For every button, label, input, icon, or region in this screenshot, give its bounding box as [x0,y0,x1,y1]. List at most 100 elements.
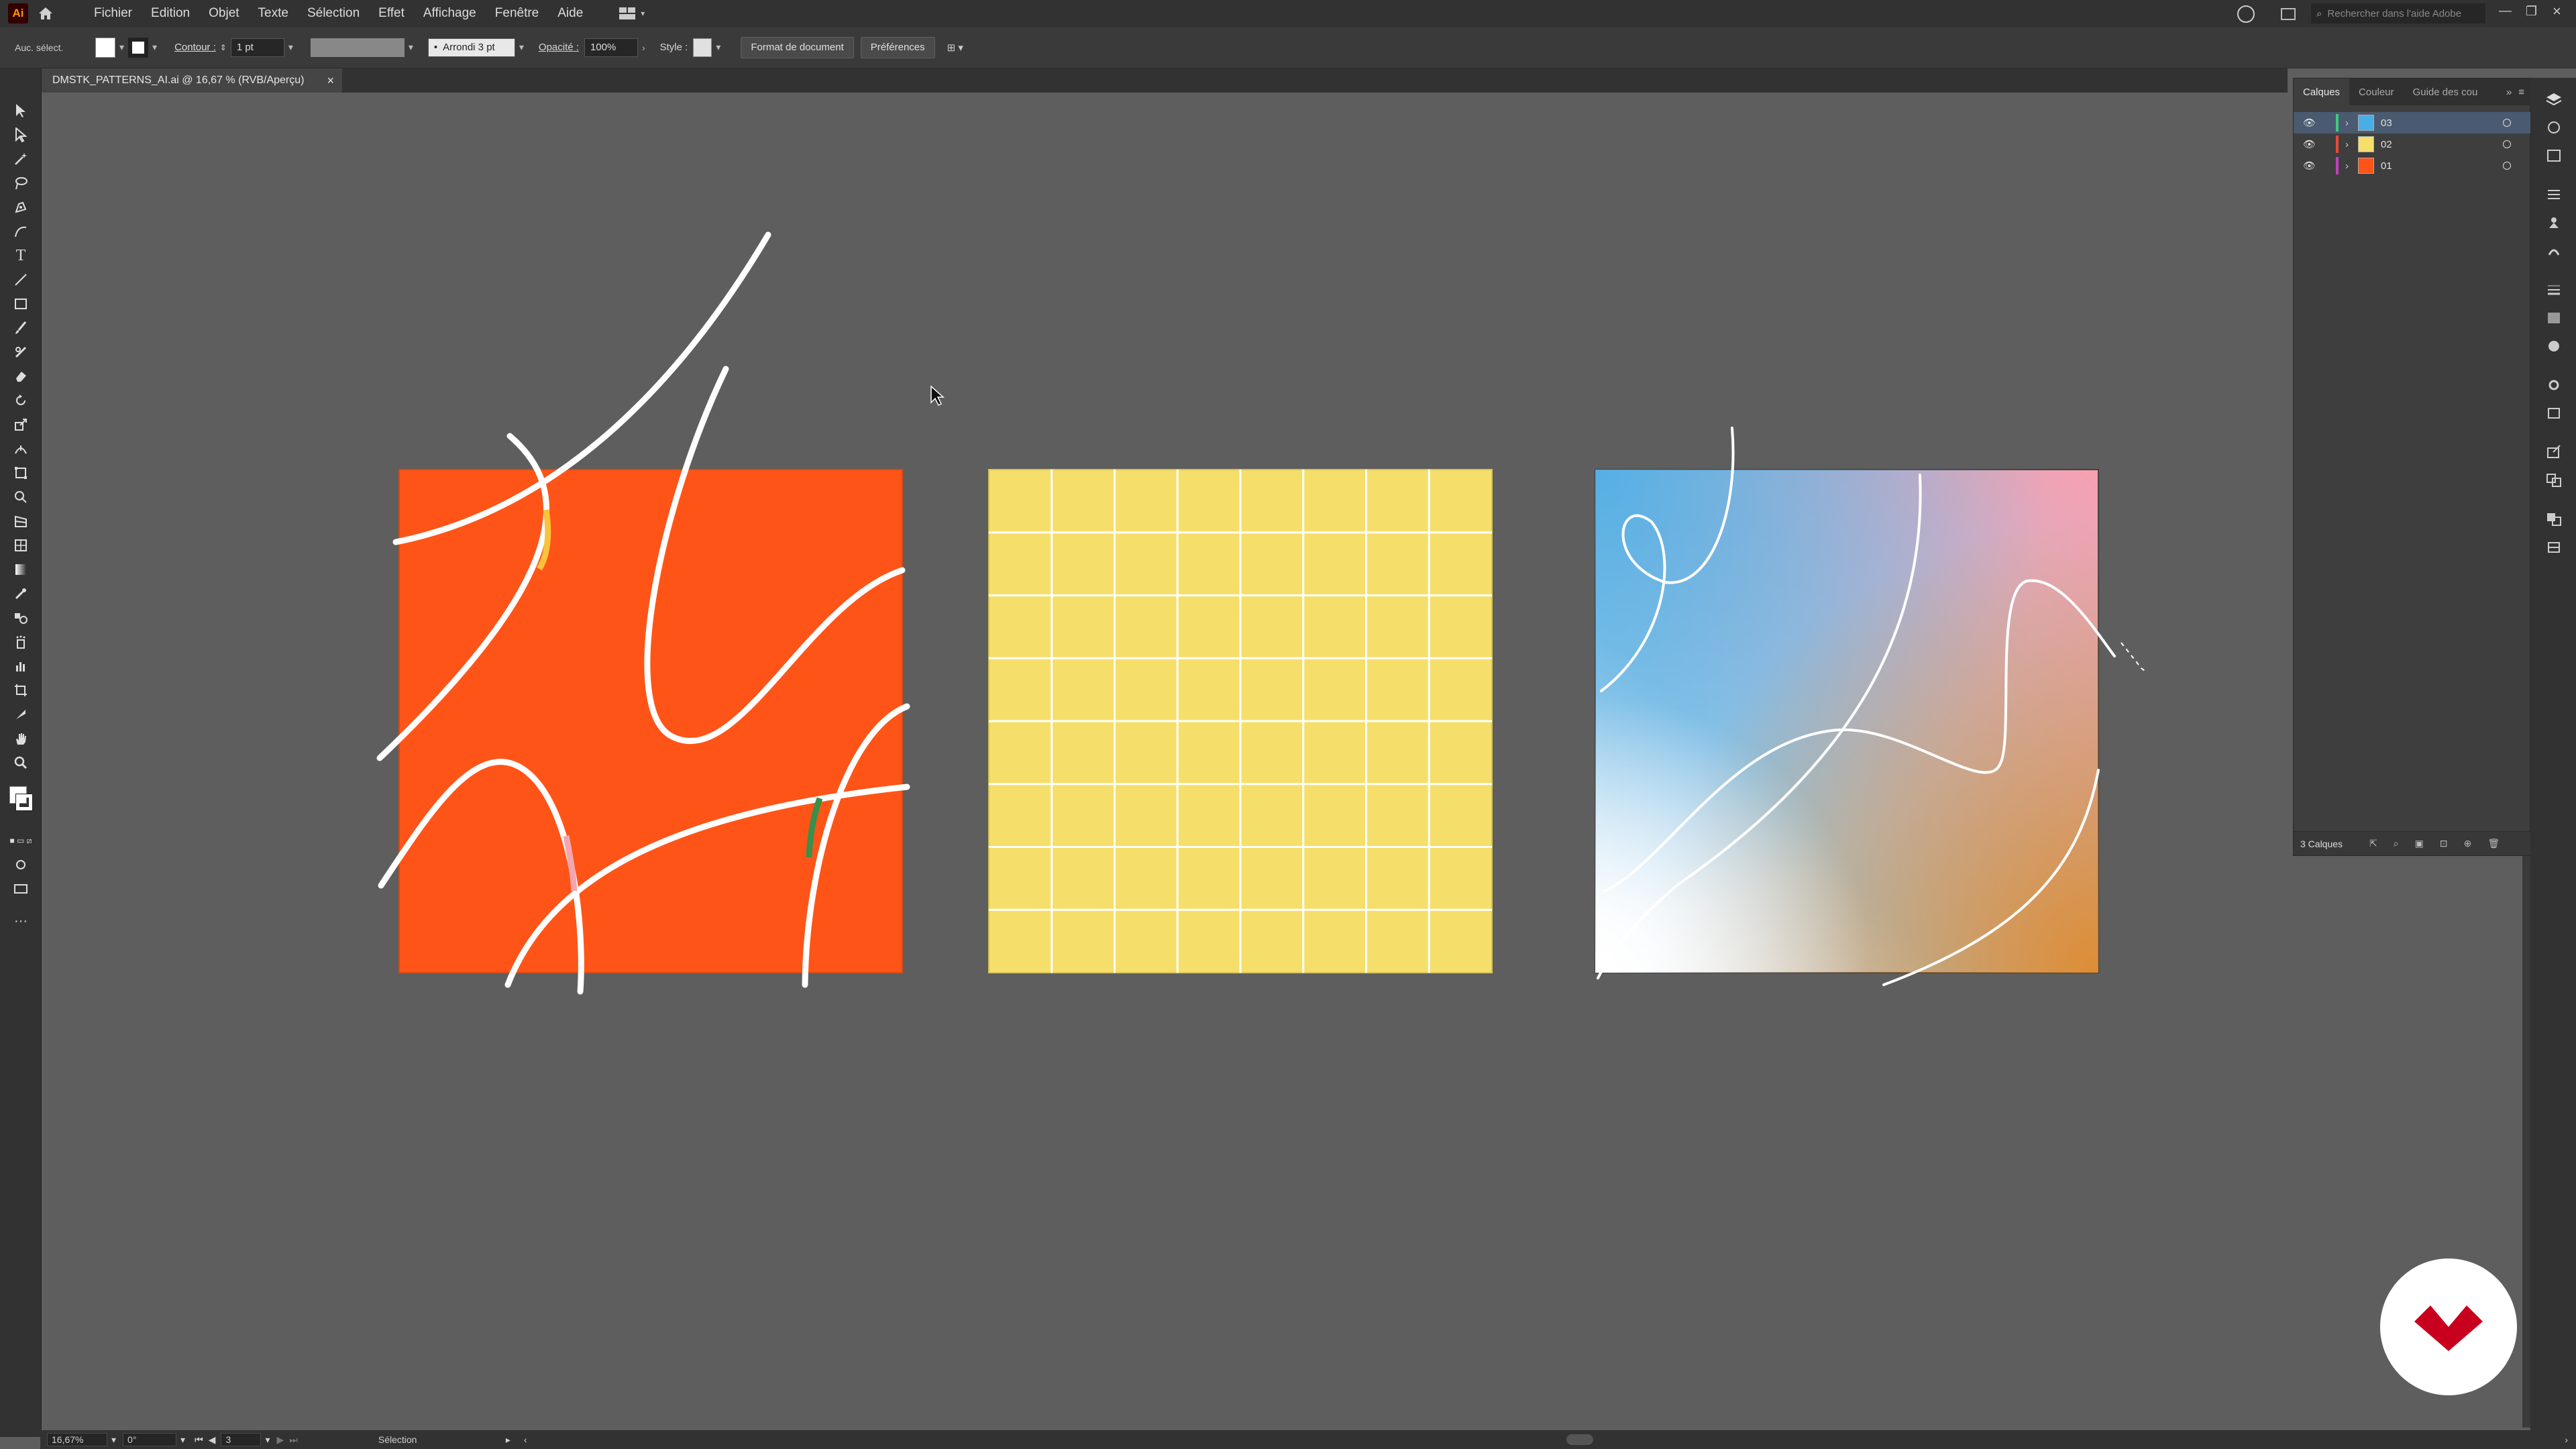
lasso-tool-icon[interactable] [9,173,32,193]
next-artboard-icon[interactable]: ▶ [276,1434,284,1446]
artboard-number-field[interactable]: 3 [221,1433,262,1446]
direct-selection-tool-icon[interactable] [9,125,32,145]
layer-name[interactable]: 03 [2381,117,2392,129]
expand-chevron-icon[interactable]: › [2345,160,2349,172]
menu-edition[interactable]: Edition [142,6,199,21]
perspective-grid-icon[interactable] [9,511,32,531]
rotate-tool-icon[interactable] [9,390,32,411]
target-circle-icon[interactable] [2503,162,2511,170]
canvas-area[interactable] [42,93,2524,1431]
search-box[interactable]: ⌕ Rechercher dans l'aide Adobe [2311,3,2485,23]
delete-layer-icon[interactable]: 🗑 [2487,838,2500,849]
graphic-style-swatch[interactable] [693,38,712,57]
align-icon[interactable] [2545,186,2563,203]
scroll-left-icon[interactable]: ‹ [524,1434,527,1445]
brush-definition-field[interactable]: • Arrondi 3 pt [427,38,515,57]
new-layer-icon[interactable]: ⊕ [2464,838,2472,849]
menu-aide[interactable]: Aide [548,6,592,21]
curvature-tool-icon[interactable] [9,221,32,241]
stroke-label[interactable]: Contour : [174,42,216,53]
type-tool-icon[interactable]: T [9,246,32,266]
color-mode-icons[interactable]: ■ ▭ ⧄ [9,830,32,851]
gradient-tool-icon[interactable] [9,559,32,580]
stroke-weight-dropdown-icon[interactable]: ▾ [288,42,293,53]
expand-chevron-icon[interactable]: › [2345,139,2349,150]
preferences-button[interactable]: Préférences [860,36,935,58]
document-setup-button[interactable]: Format de document [741,36,854,58]
menu-selection[interactable]: Sélection [298,6,369,21]
panel-menu-icon[interactable]: ≡ [2518,87,2524,98]
scale-tool-icon[interactable] [9,415,32,435]
scroll-right-icon[interactable]: › [2565,1434,2568,1445]
tab-couleur[interactable]: Couleur [2349,78,2404,105]
artboard-dropdown-icon[interactable]: ▾ [265,1434,270,1446]
drawing-mode-icon[interactable] [9,855,32,875]
stroke-weight-field[interactable]: 1 pt [230,38,284,57]
menu-affichage[interactable]: Affichage [414,6,486,21]
width-tool-icon[interactable] [9,439,32,459]
column-graph-icon[interactable] [9,656,32,676]
status-menu-arrow-icon[interactable]: ▸ [506,1434,511,1446]
stroke-stepper-icon[interactable]: ⇕ [220,43,227,52]
libraries-icon[interactable] [2545,119,2563,136]
free-transform-icon[interactable] [9,463,32,483]
stroke-panel-icon[interactable] [2545,282,2563,298]
layer-name[interactable]: 02 [2381,139,2392,150]
artboard-tool-icon[interactable] [9,680,32,700]
brushes-icon[interactable] [2545,243,2563,259]
mesh-tool-icon[interactable] [9,535,32,555]
arrange-documents-icon[interactable] [2281,8,2296,20]
zoom-field[interactable]: 16,67% [47,1433,107,1446]
rotation-field[interactable]: 0° [123,1433,177,1446]
variable-width-profile[interactable] [310,38,405,57]
fill-stroke-swatches[interactable] [9,784,33,816]
stroke-color-swatch[interactable] [15,794,33,811]
layer-row[interactable]: 👁 › 02 [2294,133,2531,155]
pathfinder-icon[interactable] [2545,511,2563,527]
zoom-tool-icon[interactable] [9,753,32,773]
layers-icon[interactable] [2545,91,2563,107]
panel-collapse-icon[interactable]: » [2506,87,2512,98]
brush-dropdown-icon[interactable]: ▾ [519,42,524,53]
locate-object-icon[interactable]: ⌕ [2394,838,2399,849]
opacity-arrow-icon[interactable]: › [642,42,645,53]
document-tab[interactable]: DMSTK_PATTERNS_AI.ai @ 16,67 % (RVB/Aper… [40,68,342,93]
horizontal-scrollbar-thumb[interactable] [1566,1434,1593,1445]
more-tools-icon[interactable]: ··· [9,911,32,931]
pen-tool-icon[interactable] [9,197,32,217]
graphic-styles-icon[interactable] [2545,405,2563,421]
eraser-tool-icon[interactable] [9,366,32,386]
menu-fenetre[interactable]: Fenêtre [486,6,548,21]
user-profile-icon[interactable] [2237,5,2255,23]
style-dropdown-icon[interactable]: ▾ [716,42,720,53]
expand-chevron-icon[interactable]: › [2345,117,2349,129]
close-window-button[interactable]: × [2553,3,2561,20]
clipping-mask-icon[interactable]: ▣ [2415,838,2424,849]
transform-icon[interactable] [2545,539,2563,555]
minimize-button[interactable]: — [2499,4,2512,19]
visibility-eye-icon[interactable]: 👁 [2303,117,2316,129]
menu-fichier[interactable]: Fichier [85,6,142,21]
blend-tool-icon[interactable] [9,608,32,628]
stroke-dropdown-icon[interactable]: ▾ [152,42,157,53]
appearance-icon[interactable] [2545,377,2563,393]
export-panel-icon[interactable] [2545,444,2563,460]
tab-calques[interactable]: Calques [2294,78,2350,105]
magic-wand-icon[interactable] [9,149,32,169]
properties-icon[interactable] [2545,148,2563,164]
paintbrush-tool-icon[interactable] [9,318,32,338]
menu-objet[interactable]: Objet [199,6,248,21]
visibility-eye-icon[interactable]: 👁 [2303,160,2316,172]
close-tab-icon[interactable]: × [327,74,334,88]
previous-artboard-icon[interactable]: ◀ [209,1434,216,1446]
layer-row[interactable]: 👁 › 03 [2294,112,2531,133]
layer-name[interactable]: 01 [2381,160,2392,172]
home-icon[interactable] [34,3,58,23]
opacity-label[interactable]: Opacité : [539,42,579,53]
new-sublayer-icon[interactable]: ⊡ [2440,838,2448,849]
artboards-panel-icon[interactable] [2545,472,2563,488]
gradient-panel-icon[interactable] [2545,310,2563,326]
arrange-icon[interactable]: ⊞ ▾ [947,42,963,54]
menu-effet[interactable]: Effet [369,6,414,21]
opacity-field[interactable]: 100% [584,38,638,57]
